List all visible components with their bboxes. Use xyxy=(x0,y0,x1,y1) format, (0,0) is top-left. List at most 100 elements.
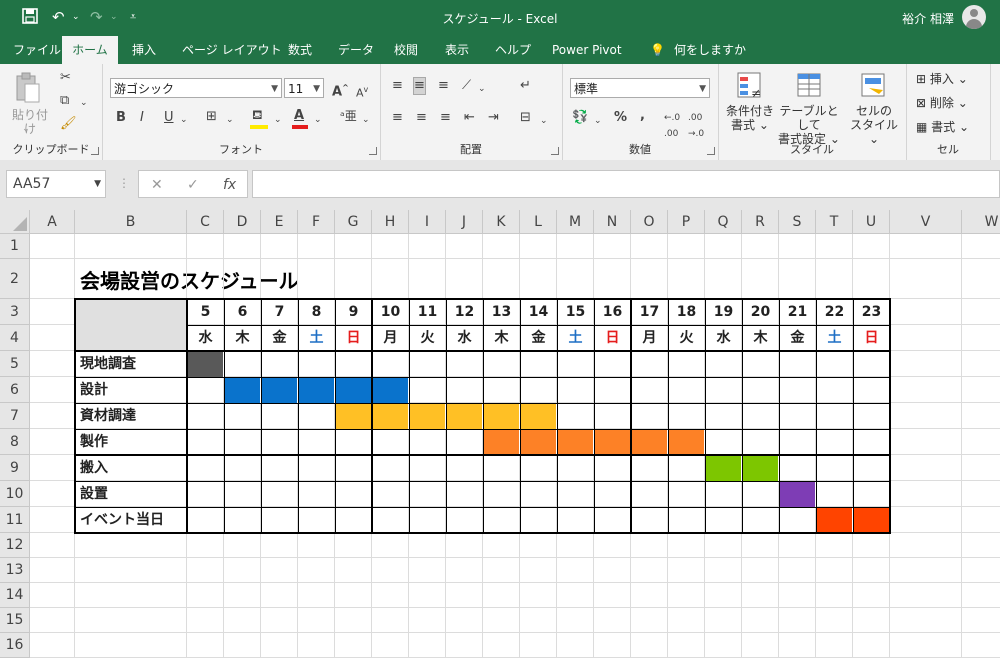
cell[interactable] xyxy=(446,259,483,299)
cell[interactable] xyxy=(779,403,816,429)
cell[interactable] xyxy=(631,351,668,377)
column-header[interactable]: B xyxy=(75,210,187,234)
gantt-bar[interactable] xyxy=(816,508,853,533)
row-header[interactable]: 3 xyxy=(0,299,30,325)
cell[interactable] xyxy=(224,481,261,507)
weekday-label[interactable]: 金 xyxy=(520,325,557,351)
cell[interactable] xyxy=(520,481,557,507)
cell[interactable] xyxy=(668,377,705,403)
cell[interactable] xyxy=(853,455,890,481)
cell[interactable] xyxy=(187,377,224,403)
cell[interactable] xyxy=(187,533,224,558)
cell[interactable] xyxy=(890,234,962,259)
row-header[interactable]: 1 xyxy=(0,234,30,259)
gantt-bar[interactable] xyxy=(483,430,520,455)
tab-review[interactable]: 校閲 xyxy=(394,36,418,64)
cell[interactable] xyxy=(962,608,1000,633)
format-as-table-icon[interactable] xyxy=(794,70,826,100)
row-header[interactable]: 13 xyxy=(0,558,30,583)
cell[interactable] xyxy=(30,429,75,455)
cell[interactable] xyxy=(483,377,520,403)
cell[interactable] xyxy=(446,583,483,608)
cell[interactable] xyxy=(668,259,705,299)
decrease-decimal-icon[interactable]: .00 →.0 xyxy=(688,110,704,142)
row-header[interactable]: 5 xyxy=(0,351,30,377)
cell[interactable] xyxy=(446,455,483,481)
cell[interactable] xyxy=(335,481,372,507)
borders-dropdown-icon[interactable]: ⌄ xyxy=(226,112,234,128)
cell[interactable] xyxy=(446,481,483,507)
cell[interactable] xyxy=(224,403,261,429)
cell[interactable] xyxy=(298,507,335,533)
gantt-bar[interactable] xyxy=(779,482,816,507)
cell[interactable] xyxy=(335,583,372,608)
column-header[interactable]: G xyxy=(335,210,372,234)
gantt-bar[interactable] xyxy=(409,404,446,429)
cell[interactable] xyxy=(483,583,520,608)
cell[interactable] xyxy=(742,507,779,533)
cell[interactable] xyxy=(409,259,446,299)
column-header[interactable]: D xyxy=(224,210,261,234)
cell[interactable] xyxy=(816,403,853,429)
day-number[interactable]: 15 xyxy=(557,299,594,325)
cell[interactable] xyxy=(224,533,261,558)
cell[interactable] xyxy=(962,351,1000,377)
cell[interactable] xyxy=(557,481,594,507)
weekday-label[interactable]: 日 xyxy=(853,325,890,351)
cell[interactable] xyxy=(520,351,557,377)
copy-icon[interactable]: ⧉ xyxy=(60,93,69,109)
cell[interactable] xyxy=(335,558,372,583)
cell[interactable] xyxy=(705,633,742,658)
cell[interactable] xyxy=(557,377,594,403)
cell[interactable] xyxy=(298,583,335,608)
cell[interactable] xyxy=(890,481,962,507)
increase-decimal-icon[interactable]: ←.0.00 xyxy=(664,110,680,142)
row-header[interactable]: 9 xyxy=(0,455,30,481)
currency-icon[interactable]: 💱 xyxy=(572,110,588,126)
cell[interactable] xyxy=(520,558,557,583)
cell[interactable] xyxy=(261,234,298,259)
avatar[interactable] xyxy=(962,5,986,29)
cell[interactable] xyxy=(853,481,890,507)
cell[interactable] xyxy=(446,533,483,558)
cell[interactable] xyxy=(335,507,372,533)
row-header[interactable]: 16 xyxy=(0,633,30,658)
cell[interactable] xyxy=(816,351,853,377)
cell[interactable] xyxy=(446,558,483,583)
cell[interactable] xyxy=(779,377,816,403)
tab-formulas[interactable]: 数式 xyxy=(288,36,312,64)
font-color-icon[interactable]: A xyxy=(294,108,304,124)
cell[interactable] xyxy=(409,583,446,608)
cell[interactable] xyxy=(594,481,631,507)
cell[interactable] xyxy=(705,234,742,259)
percent-button[interactable]: % xyxy=(614,110,627,126)
phonetic-icon[interactable]: ᵃ亜 xyxy=(340,108,357,124)
cell[interactable] xyxy=(409,533,446,558)
cell[interactable] xyxy=(962,325,1000,351)
cell[interactable] xyxy=(853,533,890,558)
cell[interactable] xyxy=(557,351,594,377)
cell[interactable] xyxy=(668,234,705,259)
cell[interactable] xyxy=(520,234,557,259)
cell[interactable] xyxy=(372,351,409,377)
clipboard-launcher-icon[interactable] xyxy=(91,147,99,155)
cell[interactable] xyxy=(372,259,409,299)
cell[interactable] xyxy=(224,558,261,583)
cell[interactable] xyxy=(224,429,261,455)
cell[interactable] xyxy=(594,259,631,299)
cell[interactable] xyxy=(779,234,816,259)
underline-dropdown-icon[interactable]: ⌄ xyxy=(180,112,188,128)
cell[interactable] xyxy=(779,583,816,608)
cell[interactable] xyxy=(30,533,75,558)
column-header[interactable]: K xyxy=(483,210,520,234)
cell[interactable] xyxy=(631,558,668,583)
name-box[interactable]: AA57 ▼ xyxy=(6,170,106,198)
fill-dropdown-icon[interactable]: ⌄ xyxy=(274,112,282,128)
weekday-label[interactable]: 木 xyxy=(742,325,779,351)
cell[interactable] xyxy=(483,481,520,507)
cell[interactable] xyxy=(742,481,779,507)
delete-cells-button[interactable]: ⊠ 削除 ⌄ xyxy=(916,96,968,110)
cell[interactable] xyxy=(30,259,75,299)
cell[interactable] xyxy=(409,377,446,403)
cell[interactable] xyxy=(890,558,962,583)
